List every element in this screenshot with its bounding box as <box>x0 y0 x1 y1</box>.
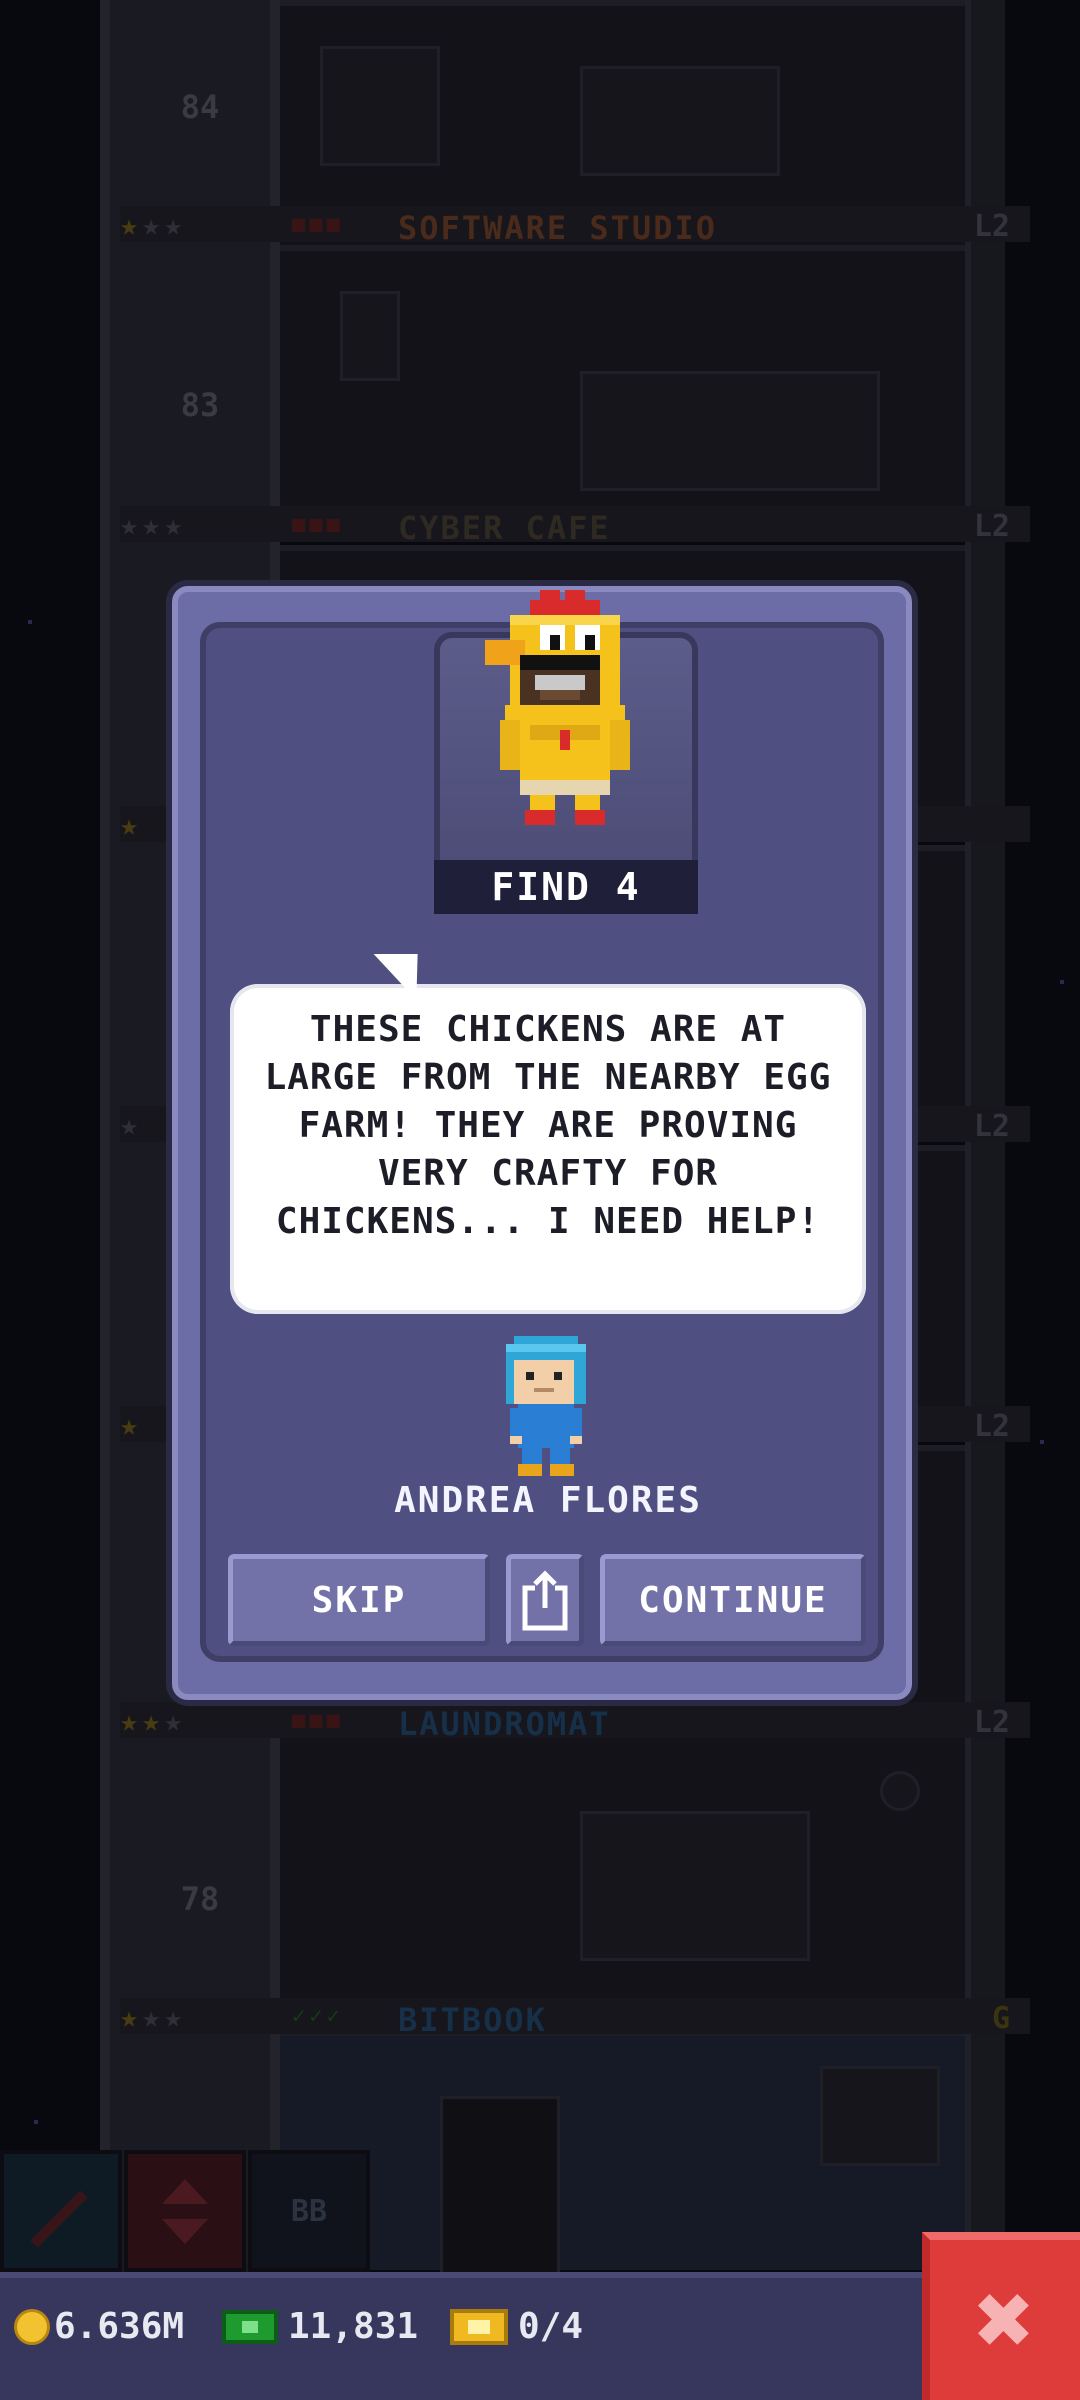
room-decoration <box>320 46 440 166</box>
floor-level: G <box>991 2001 1010 2036</box>
star-dot <box>28 620 32 624</box>
floor-marks: ■■■ <box>292 512 344 537</box>
floor-level: L2 <box>973 209 1010 244</box>
tickets-value: 0/4 <box>518 2306 584 2347</box>
star-dot <box>34 2120 38 2124</box>
chicken-costume-icon <box>485 590 630 825</box>
coins-stat[interactable]: 6.636M <box>14 2306 184 2347</box>
floor-stars: ★★★ <box>120 508 187 543</box>
floor-header[interactable]: ★★★ ✓✓✓ BITBOOK G <box>120 1998 1030 2039</box>
elevator-button[interactable] <box>124 2150 246 2272</box>
speech-bubble: THESE CHICKENS ARE AT LARGE FROM THE NEA… <box>230 984 866 1314</box>
floor-stars: ★★★ <box>120 1704 187 1739</box>
find-count-label: FIND 4 <box>434 860 698 914</box>
target-portrait: FIND 4 <box>434 590 698 914</box>
status-bar: 6.636M 11,831 0/4 <box>0 2272 930 2400</box>
tool-button[interactable] <box>0 2150 122 2272</box>
floor-number: 84 <box>180 88 220 126</box>
floor-header[interactable]: ★★★ ■■■ SOFTWARE STUDIO L2 <box>120 206 1030 247</box>
floor-marks: ■■■ <box>292 212 344 237</box>
floor-marks: ■■■ <box>292 1708 344 1733</box>
floor-room[interactable] <box>280 1725 965 2020</box>
up-down-arrows-icon <box>162 2179 208 2244</box>
floor-level: L2 <box>973 1409 1010 1444</box>
room-decoration <box>580 66 780 176</box>
floor-header[interactable]: ★★★ ■■■ CYBER CAFE L2 <box>120 506 1030 547</box>
floor-room[interactable] <box>280 245 965 540</box>
floor-header[interactable]: ★★★ ■■■ LAUNDROMAT L2 <box>120 1702 1030 1743</box>
star-dot <box>1040 1440 1044 1444</box>
floor-name: LAUNDROMAT <box>398 1705 611 1743</box>
close-icon: ✖ <box>974 2261 1036 2378</box>
continue-button[interactable]: CONTINUE <box>600 1554 866 1646</box>
floor-number: 83 <box>180 386 220 424</box>
dialog-message: THESE CHICKENS ARE AT LARGE FROM THE NEA… <box>264 1009 832 1242</box>
mission-dialog: FIND 4 THESE CHICKENS ARE AT LARGE FROM … <box>172 586 912 1700</box>
floor-stars: ★★★ <box>120 2000 187 2035</box>
npc-name: ANDREA FLORES <box>394 1480 702 1521</box>
tower-wall <box>965 0 1005 2300</box>
npc-avatar <box>506 1336 586 1476</box>
bitbook-button[interactable]: BB <box>248 2150 370 2272</box>
bux-stat[interactable]: 11,831 <box>222 2306 418 2347</box>
room-decoration <box>580 371 880 491</box>
floor-level: L2 <box>973 1109 1010 1144</box>
close-button[interactable]: ✖ <box>922 2232 1080 2400</box>
floor-level: L2 <box>973 509 1010 544</box>
coins-value: 6.636M <box>54 2306 185 2347</box>
floor-number: 78 <box>180 1880 220 1918</box>
coin-icon <box>14 2308 50 2345</box>
dialog-panel: FIND 4 THESE CHICKENS ARE AT LARGE FROM … <box>200 590 884 1662</box>
share-icon <box>522 1570 568 1631</box>
bux-value: 11,831 <box>288 2306 419 2347</box>
share-button[interactable] <box>506 1554 584 1646</box>
floor-marks: ✓✓✓ <box>292 2004 344 2029</box>
floor-name: SOFTWARE STUDIO <box>398 209 717 247</box>
dropper-icon <box>30 2190 88 2248</box>
floor-name: CYBER CAFE <box>398 509 611 547</box>
tickets-stat[interactable]: 0/4 <box>450 2306 583 2347</box>
room-decoration <box>340 291 400 381</box>
bux-icon <box>222 2309 278 2344</box>
floor-level: L2 <box>973 1705 1010 1740</box>
skip-button[interactable]: SKIP <box>228 1554 490 1646</box>
bottom-toolbar: BB <box>0 2150 930 2272</box>
room-decoration <box>580 1811 810 1961</box>
ticket-icon <box>450 2308 508 2345</box>
floor-stars: ★★★ <box>120 208 187 243</box>
floor-name: BITBOOK <box>398 2001 547 2039</box>
clock-icon <box>880 1771 920 1811</box>
star-dot <box>1060 980 1064 984</box>
